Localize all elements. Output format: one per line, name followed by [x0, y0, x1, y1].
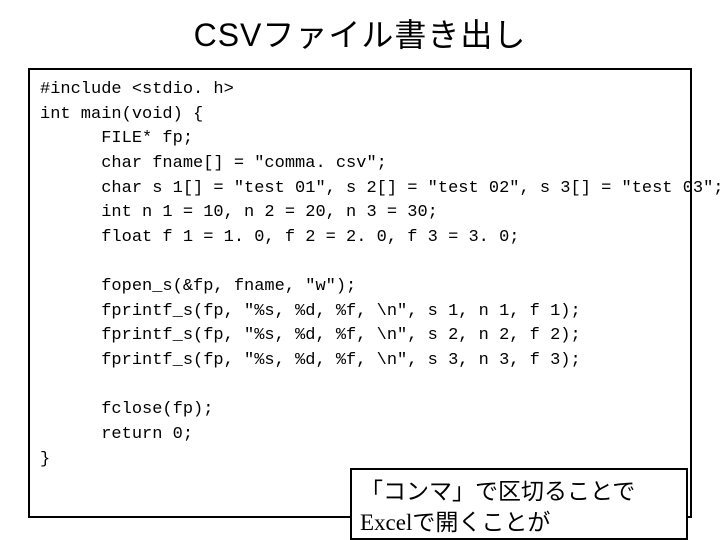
- slide-title: CSVファイル書き出し: [0, 0, 720, 64]
- code-block: #include <stdio. h> int main(void) { FIL…: [28, 68, 692, 518]
- note-callout: 「コンマ」で区切ることでExcelで開くことが: [350, 468, 688, 540]
